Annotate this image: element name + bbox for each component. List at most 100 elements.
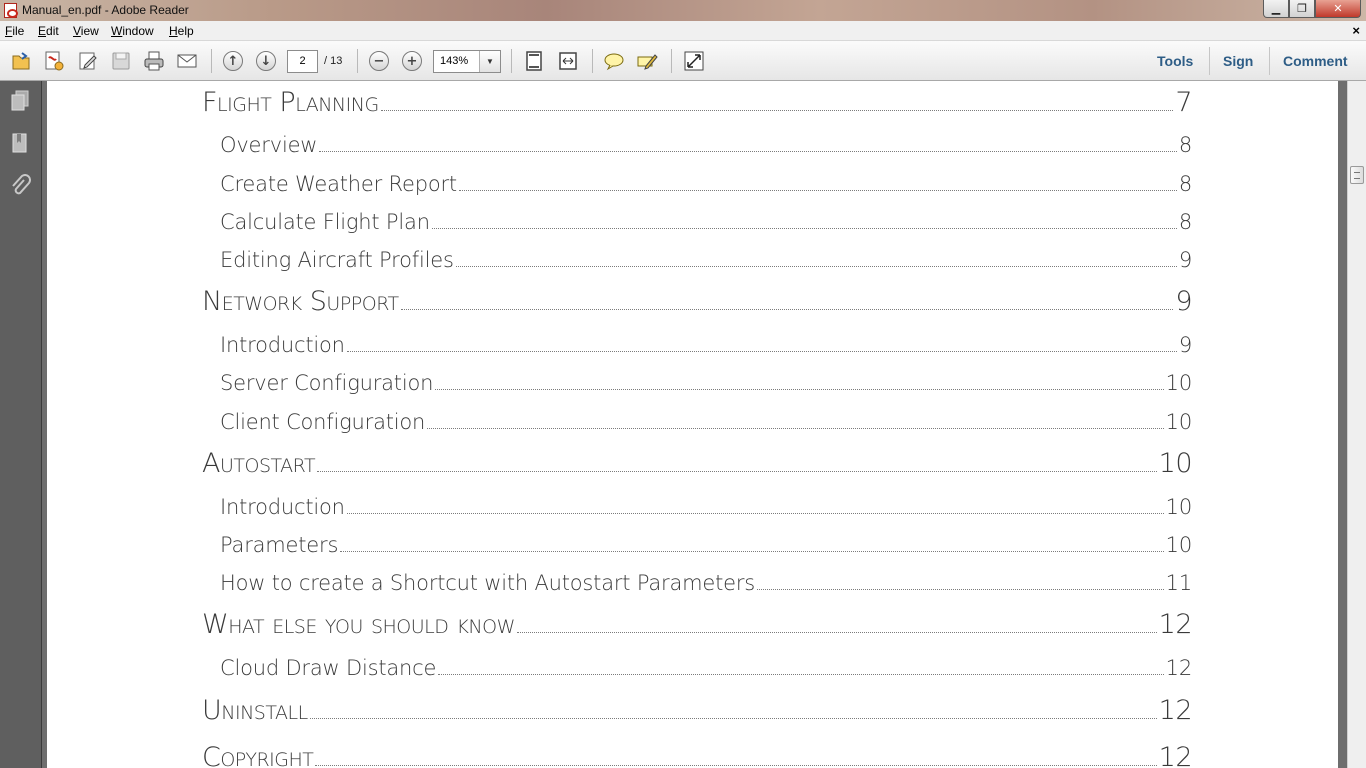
highlight-icon — [637, 54, 658, 70]
toc-subentry[interactable]: Parameters 10 — [220, 533, 1192, 557]
comment-tab[interactable]: Comment — [1283, 53, 1348, 69]
open-icon — [12, 52, 30, 70]
close-window-button[interactable]: ✕ — [1315, 0, 1361, 18]
toc-entry-title: Introduction — [220, 333, 345, 357]
page-number-input[interactable]: 2 — [287, 50, 318, 73]
close-document-button[interactable]: × — [1352, 23, 1360, 38]
bookmarks-button[interactable] — [9, 131, 31, 155]
open-button[interactable] — [9, 49, 33, 73]
toc-subentry[interactable]: Introduction 9 — [220, 333, 1192, 357]
menu-edit-accel: E — [38, 24, 47, 38]
vertical-scrollbar[interactable] — [1347, 81, 1366, 768]
page-count: / 13 — [324, 55, 343, 67]
document-view[interactable]: Flight Planning 7 Overview 8 Create Weather … — [42, 81, 1346, 768]
toolbar-separator — [592, 49, 593, 73]
minimize-button[interactable]: ▁ — [1263, 0, 1289, 18]
toc-leader-dots — [346, 513, 1164, 514]
toc-page-number: 10 — [1165, 495, 1193, 519]
toolbar-separator — [211, 49, 212, 73]
toc-entry-title: Uninstall — [202, 695, 308, 726]
page-thumbnails-icon — [11, 90, 29, 111]
tools-tab[interactable]: Tools — [1157, 53, 1193, 69]
highlight-button[interactable] — [635, 49, 659, 73]
toc-heading[interactable]: Copyright 12 — [202, 742, 1193, 768]
toc-leader-dots — [458, 190, 1177, 191]
sticky-note-button[interactable] — [602, 49, 626, 73]
toc-page-number: 12 — [1158, 742, 1193, 768]
zoom-in-button[interactable]: + — [400, 49, 424, 73]
toc-subentry[interactable]: Calculate Flight Plan 8 — [220, 210, 1192, 234]
scrollbar-thumb[interactable] — [1350, 166, 1364, 184]
print-button[interactable] — [142, 49, 166, 73]
menu-window[interactable]: Window — [111, 24, 154, 38]
full-screen-button[interactable] — [682, 49, 706, 73]
fit-page-button[interactable] — [522, 49, 546, 73]
toc-heading[interactable]: What else you should know 12 — [202, 609, 1193, 640]
toc-entry-title: Client Configuration — [220, 410, 426, 434]
toc-page-number: 11 — [1165, 571, 1193, 595]
create-pdf-button[interactable] — [42, 49, 66, 73]
previous-page-button[interactable]: ↑ — [221, 49, 245, 73]
bookmarks-icon — [12, 133, 27, 153]
toc-leader-dots — [400, 309, 1174, 310]
toc-entry-title: Editing Aircraft Profiles — [220, 248, 454, 272]
toc-subentry[interactable]: Client Configuration 10 — [220, 410, 1192, 434]
toc-leader-dots — [309, 718, 1157, 719]
toolbar-separator — [511, 49, 512, 73]
email-button[interactable] — [175, 49, 199, 73]
chevron-down-icon[interactable]: ▼ — [479, 51, 500, 72]
edit-button[interactable] — [76, 49, 100, 73]
menu-edit[interactable]: Edit — [38, 24, 59, 38]
toc-subentry[interactable]: Editing Aircraft Profiles 9 — [220, 248, 1192, 272]
toc-leader-dots — [319, 151, 1177, 152]
zoom-in-icon: + — [402, 51, 422, 71]
menu-view-accel: V — [73, 24, 81, 38]
zoom-out-icon: − — [369, 51, 389, 71]
maximize-button[interactable]: ❐ — [1289, 0, 1315, 18]
toc-heading[interactable]: Autostart 10 — [202, 448, 1193, 479]
toc-subentry[interactable]: How to create a Shortcut with Autostart … — [220, 571, 1192, 595]
menu-help-label: elp — [177, 24, 194, 38]
toc-entry-title: How to create a Shortcut with Autostart … — [220, 571, 756, 595]
attachments-button[interactable] — [9, 174, 31, 198]
toc-subentry[interactable]: Server Configuration 10 — [220, 371, 1192, 395]
toc-subentry[interactable]: Introduction 10 — [220, 495, 1192, 519]
next-page-button[interactable]: ↓ — [254, 49, 278, 73]
menu-help[interactable]: Help — [169, 24, 194, 38]
zoom-out-button[interactable]: − — [367, 49, 391, 73]
tab-separator — [1269, 47, 1270, 75]
toc-entry-title: Copyright — [202, 742, 314, 768]
toc-heading[interactable]: Flight Planning 7 — [202, 87, 1192, 118]
toolbar-separator — [671, 49, 672, 73]
navigation-pane — [0, 81, 42, 768]
edit-icon — [79, 52, 97, 70]
menu-file[interactable]: File — [5, 24, 24, 38]
toolbar: ↑ ↓ 2 / 13 − + 143% ▼ Tools Sign Comment — [0, 41, 1366, 81]
toc-page-number: 9 — [1175, 286, 1192, 317]
toc-subentry[interactable]: Cloud Draw Distance 12 — [220, 656, 1192, 680]
menu-view[interactable]: View — [73, 24, 99, 38]
toc-page-number: 12 — [1158, 609, 1193, 640]
title-bar: Manual_en.pdf - Adobe Reader ▁ ❐ ✕ — [0, 0, 1366, 21]
toc-entry-title: Parameters — [220, 533, 339, 557]
sign-tab[interactable]: Sign — [1223, 53, 1253, 69]
fit-width-button[interactable] — [556, 49, 580, 73]
toc-leader-dots — [431, 228, 1177, 229]
zoom-select[interactable]: 143% ▼ — [433, 50, 501, 73]
toc-page-number: 7 — [1175, 87, 1192, 118]
toc-leader-dots — [757, 589, 1164, 590]
toc-page-number: 10 — [1165, 533, 1193, 557]
toc-heading[interactable]: Uninstall 12 — [202, 695, 1193, 726]
page-thumbnails-button[interactable] — [9, 89, 31, 113]
toc-page-number: 8 — [1178, 210, 1192, 234]
zoom-value: 143% — [440, 55, 469, 67]
toc-heading[interactable]: Network Support 9 — [202, 286, 1192, 317]
toc-leader-dots — [340, 551, 1164, 552]
tab-separator — [1209, 47, 1210, 75]
toc-subentry[interactable]: Overview 8 — [220, 133, 1192, 157]
toc-page-number: 10 — [1165, 410, 1193, 434]
toc-leader-dots — [516, 632, 1157, 633]
toc-leader-dots — [315, 765, 1157, 766]
toc-subentry[interactable]: Create Weather Report 8 — [220, 172, 1192, 196]
save-button[interactable] — [109, 49, 133, 73]
